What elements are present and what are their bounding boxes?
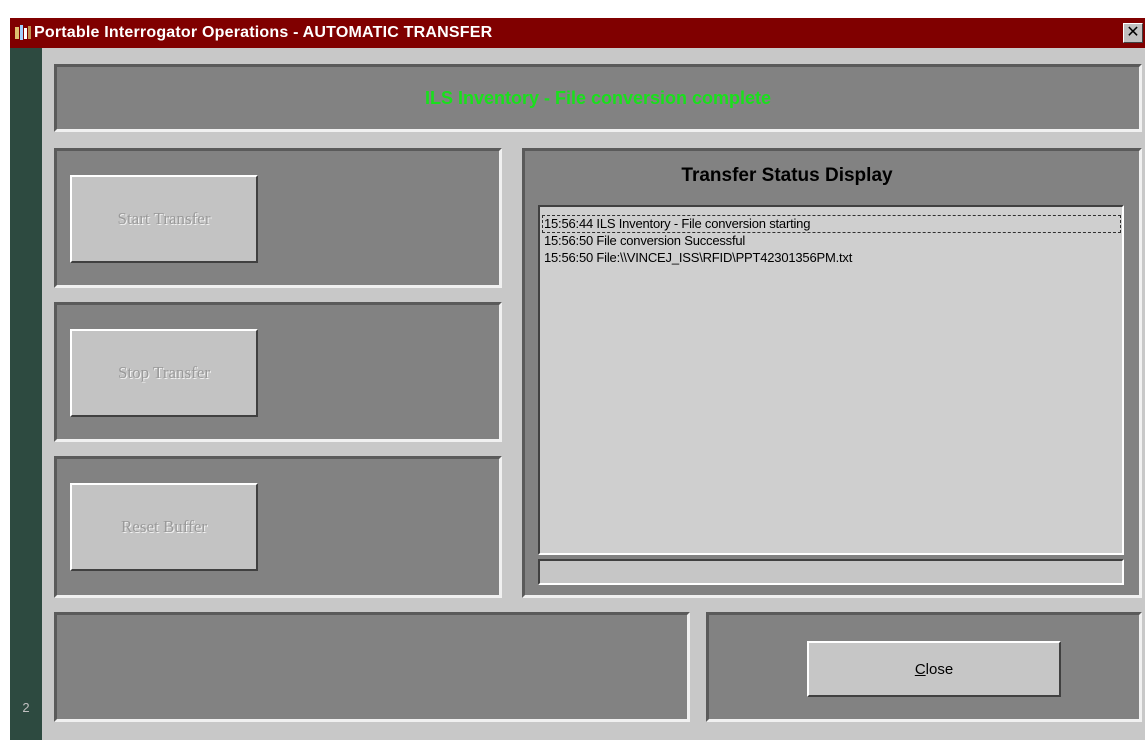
start-transfer-button[interactable]: Start Transfer xyxy=(70,175,258,263)
status-message: ILS Inventory - File conversion complete xyxy=(424,87,772,108)
reset-buffer-panel: Reset Buffer xyxy=(54,456,502,598)
status-header-panel: ILS Inventory - File conversion complete xyxy=(54,64,1142,132)
horizontal-scrollbar[interactable] xyxy=(538,559,1124,585)
reset-buffer-button[interactable]: Reset Buffer xyxy=(70,483,258,571)
app-icon xyxy=(14,24,32,42)
stop-transfer-button[interactable]: Stop Transfer xyxy=(70,329,258,417)
strip-number: 2 xyxy=(22,700,30,715)
log-line[interactable]: 15:56:50 File:\\VINCEJ_ISS\RFID\PPT42301… xyxy=(542,250,852,266)
status-log-list[interactable]: 15:56:44 ILS Inventory - File conversion… xyxy=(538,205,1124,555)
window-title: Portable Interrogator Operations - AUTOM… xyxy=(34,24,493,41)
stop-transfer-panel: Stop Transfer xyxy=(54,302,502,442)
log-line[interactable]: 15:56:50 File conversion Successful xyxy=(542,233,745,249)
close-mnemonic: C xyxy=(914,660,926,678)
left-side-strip xyxy=(10,48,42,740)
bottom-left-panel xyxy=(54,612,690,722)
log-line[interactable]: 15:56:44 ILS Inventory - File conversion… xyxy=(542,215,1121,233)
title-bar[interactable]: Portable Interrogator Operations - AUTOM… xyxy=(10,18,1145,48)
close-button[interactable]: Close xyxy=(807,641,1061,697)
status-display-title: Transfer Status Display xyxy=(681,165,893,186)
transfer-status-panel: Transfer Status Display 15:56:44 ILS Inv… xyxy=(522,148,1142,598)
close-window-icon[interactable]: ✕ xyxy=(1123,23,1143,43)
bottom-right-panel: Close xyxy=(706,612,1142,722)
start-transfer-panel: Start Transfer xyxy=(54,148,502,288)
close-label-rest: lose xyxy=(925,660,954,678)
